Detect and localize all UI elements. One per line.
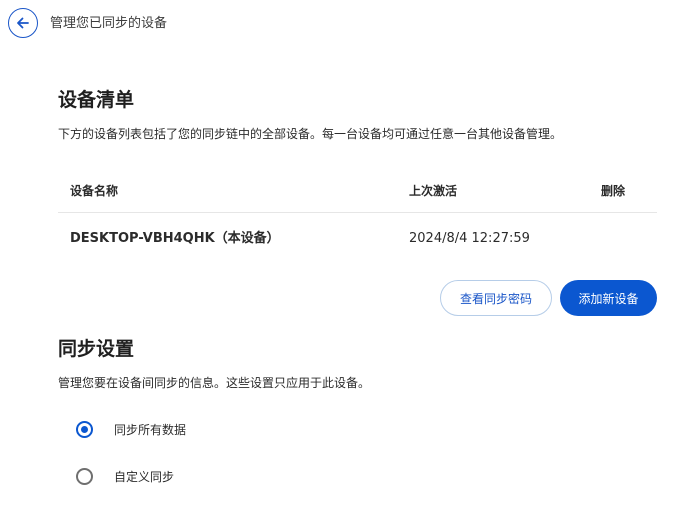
sync-section-title: 同步设置 xyxy=(58,338,135,360)
device-name: DESKTOP-VBH4QHK（本设备） xyxy=(70,231,280,246)
radio-label: 自定义同步 xyxy=(114,470,175,484)
add-device-button[interactable]: 添加新设备 xyxy=(560,280,657,316)
column-header-delete: 删除 xyxy=(601,184,626,198)
page-title: 管理您已同步的设备 xyxy=(50,16,168,31)
view-sync-code-button[interactable]: 查看同步密码 xyxy=(440,280,552,316)
header: 管理您已同步的设备 xyxy=(0,0,675,48)
devices-section-title: 设备清单 xyxy=(58,89,135,111)
radio-option-sync-all[interactable]: 同步所有数据 xyxy=(76,419,376,441)
device-table: 设备名称 上次激活 删除 DESKTOP-VBH4QHK（本设备） 2024/8… xyxy=(58,170,657,263)
column-header-last-active: 上次激活 xyxy=(409,184,458,198)
sync-section-description: 管理您要在设备间同步的信息。这些设置只应用于此设备。 xyxy=(58,376,371,390)
radio-option-custom-sync[interactable]: 自定义同步 xyxy=(76,466,376,488)
back-button[interactable] xyxy=(8,8,38,38)
arrow-left-icon xyxy=(17,17,29,29)
sync-settings-page: 管理您已同步的设备 设备清单 下方的设备列表包括了您的同步链中的全部设备。每一台… xyxy=(0,0,675,518)
column-header-device-name: 设备名称 xyxy=(70,184,119,198)
table-header: 设备名称 上次激活 删除 xyxy=(58,170,657,213)
radio-button-checked[interactable] xyxy=(76,421,93,438)
device-last-active: 2024/8/4 12:27:59 xyxy=(409,231,530,246)
devices-section-description: 下方的设备列表包括了您的同步链中的全部设备。每一台设备均可通过任意一台其他设备管… xyxy=(58,127,563,141)
radio-button-unchecked[interactable] xyxy=(76,468,93,485)
radio-label: 同步所有数据 xyxy=(114,423,187,437)
table-row: DESKTOP-VBH4QHK（本设备） 2024/8/4 12:27:59 xyxy=(58,213,657,263)
